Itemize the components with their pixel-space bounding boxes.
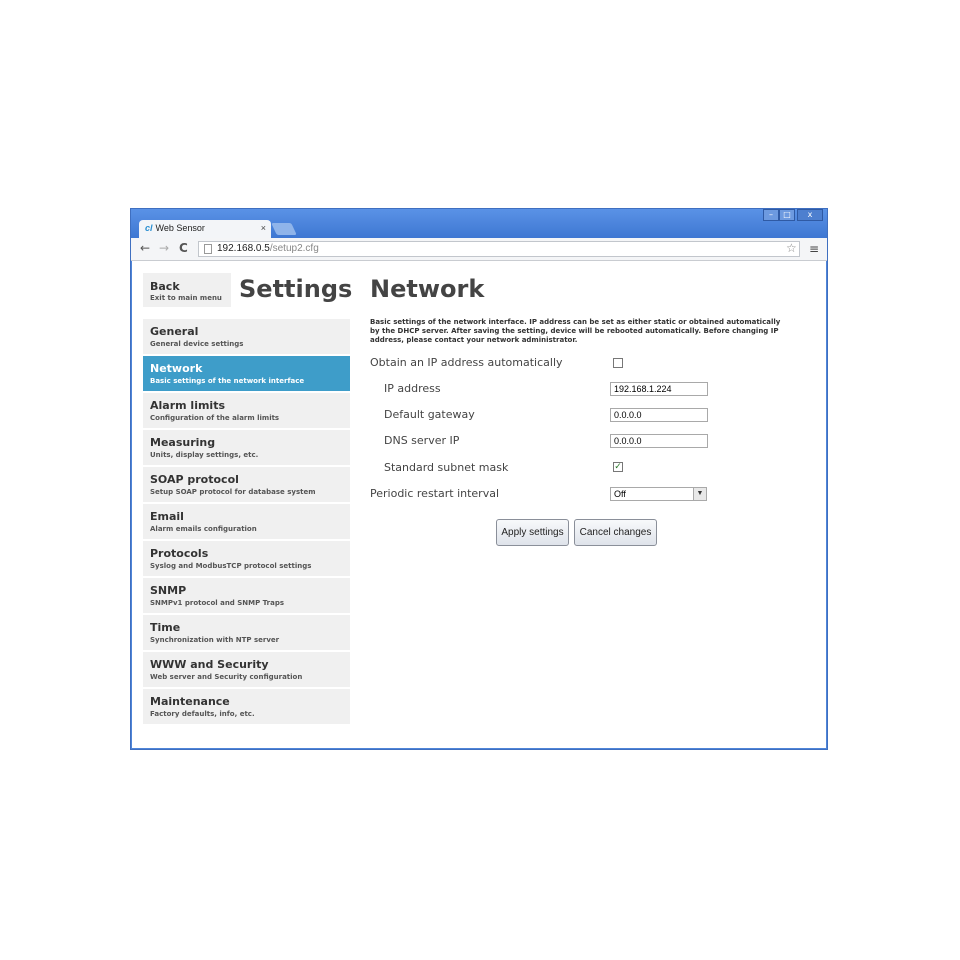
back-subtitle: Exit to main menu [150, 294, 222, 302]
menu-item-title: Alarm limits [150, 399, 226, 412]
close-window-button[interactable]: x [797, 209, 823, 221]
menu-item-subtitle: Syslog and ModbusTCP protocol settings [150, 562, 312, 570]
back-arrow-icon[interactable]: ← [140, 241, 150, 255]
menu-item-email[interactable]: Email Alarm emails configuration [143, 504, 350, 539]
reload-icon[interactable]: C [179, 241, 188, 255]
dns-label: DNS server IP [384, 434, 460, 447]
menu-item-title: Measuring [150, 436, 216, 449]
browser-window: cl Web Sensor × – □ x ← → C 192.168.0.5/s… [130, 208, 828, 750]
maximize-button[interactable]: □ [779, 209, 795, 221]
restart-interval-label: Periodic restart interval [370, 487, 500, 500]
dns-input[interactable] [610, 434, 708, 448]
apply-settings-button[interactable]: Apply settings [496, 519, 569, 546]
menu-item-title: SOAP protocol [150, 473, 239, 486]
page-icon [204, 244, 212, 254]
cancel-changes-button[interactable]: Cancel changes [574, 519, 657, 546]
menu-item-subtitle: Web server and Security configuration [150, 673, 303, 681]
new-tab-button[interactable] [271, 223, 297, 235]
gateway-label: Default gateway [384, 408, 475, 421]
title-bar: cl Web Sensor × – □ x [131, 209, 827, 238]
back-button[interactable]: Back Exit to main menu [143, 273, 231, 307]
menu-item-measuring[interactable]: Measuring Units, display settings, etc. [143, 430, 350, 465]
tab-close-icon[interactable]: × [261, 223, 266, 233]
browser-toolbar: ← → C 192.168.0.5/setup2.cfg ☆ ≡ [131, 238, 827, 261]
menu-item-subtitle: Units, display settings, etc. [150, 451, 259, 459]
menu-item-subtitle: Alarm emails configuration [150, 525, 257, 533]
menu-item-time[interactable]: Time Synchronization with NTP server [143, 615, 350, 650]
menu-item-general[interactable]: General General device settings [143, 319, 350, 354]
page-content: Back Exit to main menu Settings General … [132, 261, 826, 748]
menu-item-subtitle: SNMPv1 protocol and SNMP Traps [150, 599, 285, 607]
page-title: Network [370, 275, 485, 303]
subnet-mask-checkbox[interactable]: ✓ [613, 462, 623, 472]
obtain-ip-checkbox[interactable] [613, 358, 623, 368]
site-favicon-icon: cl [145, 223, 153, 233]
menu-item-snmp[interactable]: SNMP SNMPv1 protocol and SNMP Traps [143, 578, 350, 613]
menu-item-title: General [150, 325, 199, 338]
settings-heading: Settings [239, 275, 353, 303]
menu-item-subtitle: Synchronization with NTP server [150, 636, 280, 644]
restart-interval-select[interactable]: Off ▼ [610, 487, 707, 501]
back-title: Back [150, 280, 180, 293]
chevron-down-icon: ▼ [693, 488, 706, 500]
menu-item-subtitle: Configuration of the alarm limits [150, 414, 280, 422]
menu-item-title: Email [150, 510, 184, 523]
menu-item-network[interactable]: Network Basic settings of the network in… [143, 356, 350, 391]
menu-item-title: SNMP [150, 584, 187, 597]
forward-arrow-icon[interactable]: → [159, 241, 169, 255]
minimize-button[interactable]: – [763, 209, 779, 221]
menu-item-title: WWW and Security [150, 658, 269, 671]
browser-menu-icon[interactable]: ≡ [809, 242, 819, 256]
bookmark-star-icon[interactable]: ☆ [786, 241, 797, 255]
menu-item-subtitle: Basic settings of the network interface [150, 377, 305, 385]
menu-item-title: Maintenance [150, 695, 230, 708]
url-host: 192.168.0.5 [217, 243, 270, 254]
menu-item-protocols[interactable]: Protocols Syslog and ModbusTCP protocol … [143, 541, 350, 576]
menu-item-title: Network [150, 362, 203, 375]
menu-item-maintenance[interactable]: Maintenance Factory defaults, info, etc. [143, 689, 350, 724]
menu-item-title: Protocols [150, 547, 209, 560]
menu-item-soap-protocol[interactable]: SOAP protocol Setup SOAP protocol for da… [143, 467, 350, 502]
subnet-mask-label: Standard subnet mask [384, 461, 509, 474]
page-description: Basic settings of the network interface.… [370, 318, 781, 344]
address-bar[interactable]: 192.168.0.5/setup2.cfg [198, 241, 800, 257]
ip-address-label: IP address [384, 382, 441, 395]
obtain-ip-label: Obtain an IP address automatically [370, 356, 563, 369]
url-path: /setup2.cfg [269, 243, 319, 254]
menu-item-subtitle: Factory defaults, info, etc. [150, 710, 255, 718]
menu-item-subtitle: General device settings [150, 340, 244, 348]
ip-address-input[interactable] [610, 382, 708, 396]
menu-item-www-security[interactable]: WWW and Security Web server and Security… [143, 652, 350, 687]
browser-tab[interactable]: cl Web Sensor × [139, 220, 271, 238]
gateway-input[interactable] [610, 408, 708, 422]
restart-interval-value: Off [614, 489, 626, 499]
settings-menu: General General device settings Network … [143, 319, 350, 726]
menu-item-subtitle: Setup SOAP protocol for database system [150, 488, 316, 496]
menu-item-alarm-limits[interactable]: Alarm limits Configuration of the alarm … [143, 393, 350, 428]
tab-title: Web Sensor [155, 223, 205, 233]
menu-item-title: Time [150, 621, 181, 634]
